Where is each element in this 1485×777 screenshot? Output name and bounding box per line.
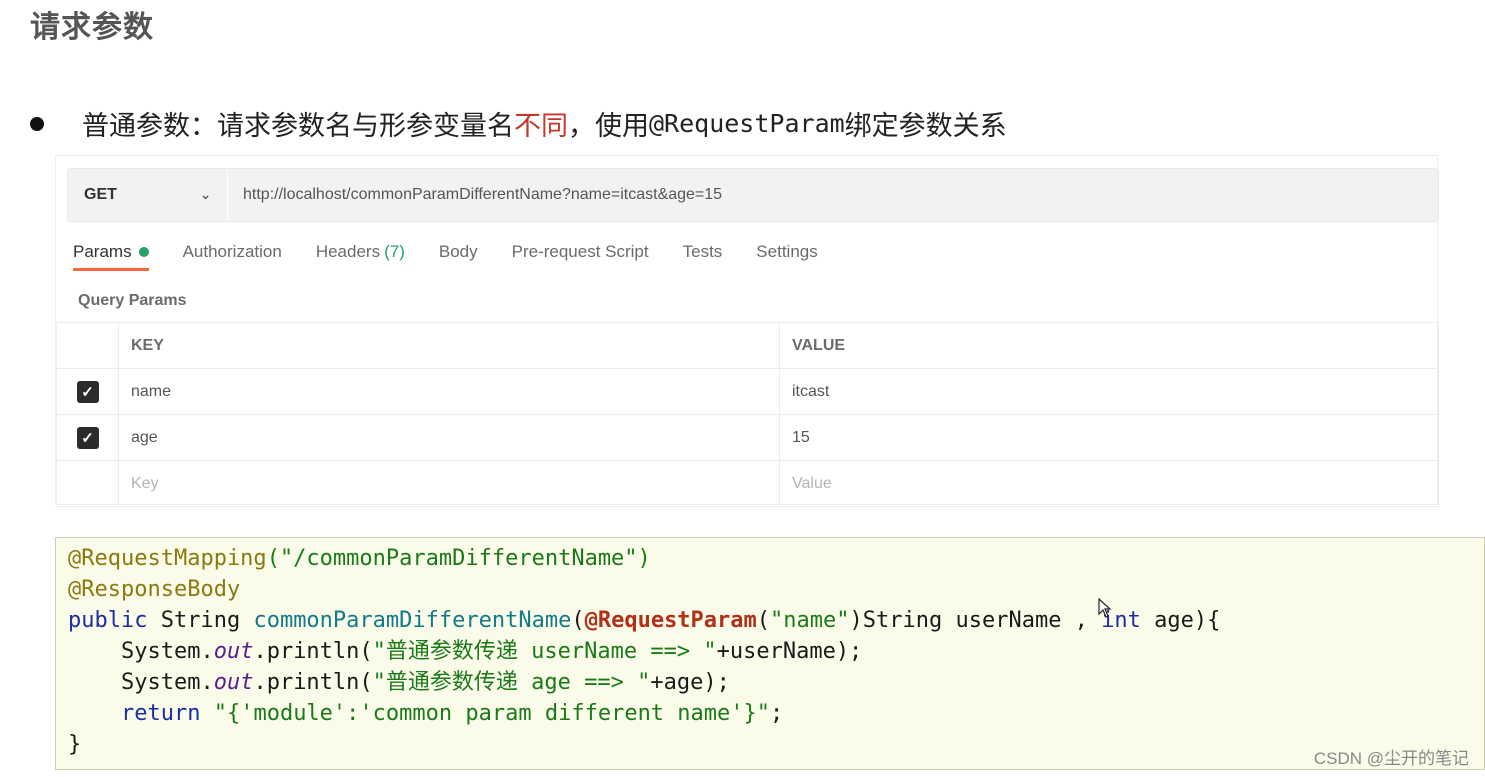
code-string: "{'module':'common param different name'… xyxy=(213,701,771,726)
new-key-input[interactable]: Key xyxy=(118,460,780,507)
method-label: GET xyxy=(84,186,117,203)
table-row: ✓ name itcast xyxy=(56,368,1439,415)
bullet-dot-icon xyxy=(30,116,44,131)
code-static-field: out xyxy=(213,670,254,695)
request-tabs: Params Authorization Headers (7) Body Pr… xyxy=(73,242,852,271)
param-value-cell[interactable]: 15 xyxy=(779,414,1439,461)
code-text: } xyxy=(68,732,82,757)
code-annotation: @ResponseBody xyxy=(68,577,241,602)
params-active-indicator-icon xyxy=(138,247,149,257)
tab-pre-request-script[interactable]: Pre-request Script xyxy=(512,242,649,271)
code-text: ; xyxy=(770,701,784,726)
table-row-new: Key Value xyxy=(56,460,1439,507)
tab-authorization[interactable]: Authorization xyxy=(183,242,282,271)
code-line-2: @ResponseBody xyxy=(68,574,1484,605)
tab-authorization-label: Authorization xyxy=(182,242,282,261)
checked-checkbox[interactable]: ✓ xyxy=(76,426,99,449)
code-line-1: @RequestMapping("/commonParamDifferentNa… xyxy=(68,543,1484,574)
code-text: +age); xyxy=(650,670,730,695)
value-column-header: VALUE xyxy=(779,322,1439,369)
query-params-table: KEY VALUE ✓ name itcast ✓ age 15 Key Val… xyxy=(56,322,1439,507)
code-text: )String userName , xyxy=(849,608,1102,633)
code-string: "普通参数传递 userName ==> " xyxy=(372,639,717,664)
code-text: ("/commonParamDifferentName") xyxy=(266,546,651,571)
code-text: ( xyxy=(756,608,771,633)
tab-params-label: Params xyxy=(73,242,132,261)
empty-checkbox-cell xyxy=(56,460,119,507)
tab-body[interactable]: Body xyxy=(439,242,478,271)
code-string: "普通参数传递 age ==> " xyxy=(372,670,651,695)
url-input[interactable]: http://localhost/commonParamDifferentNam… xyxy=(243,169,722,221)
postman-request-panel: GET ⌄ http://localhost/commonParamDiffer… xyxy=(55,155,1439,507)
code-annotation: @RequestMapping xyxy=(68,546,267,571)
checked-checkbox[interactable]: ✓ xyxy=(76,380,99,403)
tab-headers-label: Headers xyxy=(315,242,381,261)
code-string: "name" xyxy=(770,608,850,633)
tab-tests-label: Tests xyxy=(682,242,723,261)
bullet-text-prefix: 普通参数：请求参数名与形参变量名 xyxy=(82,111,514,142)
code-text: +userName); xyxy=(716,639,863,664)
param-value-cell[interactable]: itcast xyxy=(779,368,1439,415)
tab-body-label: Body xyxy=(438,242,478,261)
tab-settings[interactable]: Settings xyxy=(756,242,817,271)
tab-headers[interactable]: Headers (7) xyxy=(316,242,405,271)
page-title: 请求参数 xyxy=(30,10,154,45)
row-checkbox-cell: ✓ xyxy=(56,414,119,461)
checkbox-column-header xyxy=(56,322,119,369)
bullet-text-suffix: 绑定参数关系 xyxy=(844,111,1007,142)
tab-headers-count: (7) xyxy=(384,242,405,261)
bullet-point: 普通参数：请求参数名与形参变量名 不同 ，使用 @RequestParam 绑定… xyxy=(30,104,1007,143)
bullet-text-middle: ，使用 xyxy=(568,111,649,142)
table-header-row: KEY VALUE xyxy=(56,322,1439,369)
request-url-bar: GET ⌄ http://localhost/commonParamDiffer… xyxy=(67,168,1439,222)
code-method-name: commonParamDifferentName xyxy=(253,608,572,633)
watermark: CSDN @尘开的笔记 xyxy=(1313,749,1469,768)
code-text: String xyxy=(147,608,254,633)
code-keyword: public xyxy=(68,608,148,633)
code-static-field: out xyxy=(213,639,254,664)
code-line-6: return "{'module':'common param differen… xyxy=(68,698,1484,729)
code-snippet: @RequestMapping("/commonParamDifferentNa… xyxy=(55,537,1485,770)
code-keyword: return xyxy=(120,701,201,726)
method-select[interactable]: GET ⌄ xyxy=(68,169,228,221)
tab-pre-request-script-label: Pre-request Script xyxy=(511,242,649,261)
code-text: ( xyxy=(571,608,585,633)
row-checkbox-cell: ✓ xyxy=(56,368,119,415)
param-key-cell[interactable]: name xyxy=(118,368,780,415)
table-row: ✓ age 15 xyxy=(56,414,1439,461)
code-text: System. xyxy=(68,670,214,695)
mouse-cursor-icon xyxy=(1098,598,1112,618)
chevron-down-icon: ⌄ xyxy=(200,187,211,202)
bullet-text-annotation: @RequestParam xyxy=(649,109,845,138)
query-params-label: Query Params xyxy=(78,292,187,309)
code-line-5: System.out.println("普通参数传递 age ==> "+age… xyxy=(68,667,1484,698)
bullet-text-highlight: 不同 xyxy=(514,111,568,142)
tab-params[interactable]: Params xyxy=(73,242,149,271)
code-text: System. xyxy=(68,639,214,664)
code-text: .println( xyxy=(253,639,373,664)
tab-tests[interactable]: Tests xyxy=(683,242,723,271)
code-line-4: System.out.println("普通参数传递 userName ==> … xyxy=(68,636,1484,667)
code-line-7: } xyxy=(68,729,1484,760)
param-key-cell[interactable]: age xyxy=(118,414,780,461)
code-text: .println( xyxy=(253,670,373,695)
tab-settings-label: Settings xyxy=(756,242,818,261)
code-line-3: public String commonParamDifferentName(@… xyxy=(68,605,1484,636)
code-text: age){ xyxy=(1140,608,1221,633)
new-value-input[interactable]: Value xyxy=(779,460,1439,507)
key-column-header: KEY xyxy=(118,322,780,369)
code-annotation: @RequestParam xyxy=(584,608,757,633)
